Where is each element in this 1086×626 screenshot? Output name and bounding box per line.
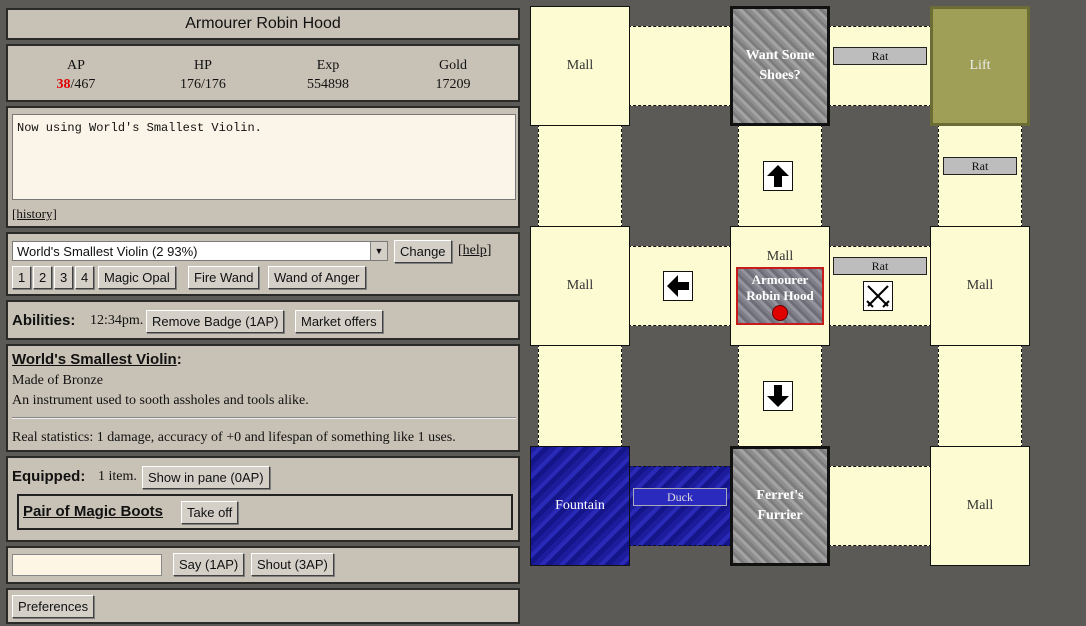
item-material: Made of Bronze [12, 373, 103, 388]
map-tile-shop[interactable]: Ferret's Furrier [730, 446, 830, 566]
help-bracket: [help] [458, 243, 492, 258]
quick-slot-1[interactable]: 1 [12, 266, 32, 289]
character-title: Armourer Robin Hood [185, 15, 341, 32]
equipped-count: 1 item. [98, 469, 137, 484]
magic-opal-button[interactable]: Magic Opal [98, 266, 176, 289]
exp-stat: Exp 554898 [268, 56, 388, 94]
map-tile-fountain[interactable]: Fountain [530, 446, 630, 566]
equipped-panel: Equipped: 1 item. Show in pane (0AP) Pai… [6, 456, 520, 542]
exp-label: Exp [316, 58, 340, 73]
arrow-left-icon[interactable] [663, 271, 693, 301]
abilities-label: Abilities: [12, 312, 76, 329]
player-name: Armourer Robin Hood [746, 272, 814, 303]
tile-label: Mall [966, 278, 994, 293]
item-name: World's Smallest Violin: [12, 351, 182, 368]
water-corridor [628, 466, 732, 546]
preferences-button[interactable]: Preferences [12, 595, 95, 618]
arrow-up-icon[interactable] [763, 161, 793, 191]
item-name-text: World's Smallest Violin [12, 351, 177, 368]
ap-current: 38 [56, 77, 71, 92]
preferences-panel: Preferences [6, 588, 520, 624]
change-button[interactable]: Change [394, 240, 452, 263]
fire-wand-button[interactable]: Fire Wand [188, 266, 260, 289]
corridor [828, 26, 932, 106]
map-tile-shop[interactable]: Want Some Shoes? [730, 6, 830, 126]
hp-value: 176/176 [180, 77, 226, 92]
exp-value: 554898 [307, 77, 349, 92]
gold-stat: Gold 17209 [393, 56, 513, 94]
corridor [828, 466, 932, 546]
map-tile-mall[interactable]: Mall [930, 446, 1030, 566]
tile-label: Ferret's Furrier [756, 488, 804, 523]
tile-label: Mall [966, 498, 994, 513]
ap-label: AP [67, 58, 85, 73]
title-panel: Armourer Robin Hood [6, 8, 520, 40]
ap-stat: AP 38/467 [16, 56, 136, 94]
equipped-item-box: Pair of Magic Boots Take off [17, 494, 513, 530]
gold-label: Gold [439, 58, 467, 73]
weapon-panel: World's Smallest Violin (2 93%) ▼ Change… [6, 232, 520, 296]
tile-label: Want Some Shoes? [745, 48, 815, 83]
corridor [938, 124, 1022, 228]
player-marker [772, 305, 788, 321]
speech-input[interactable] [12, 554, 162, 576]
say-button[interactable]: Say (1AP) [173, 553, 245, 576]
shout-button[interactable]: Shout (3AP) [251, 553, 334, 576]
quick-slot-3[interactable]: 3 [54, 266, 74, 289]
item-info-panel: World's Smallest Violin: Made of Bronze … [6, 344, 520, 452]
abilities-time: 12:34pm. [90, 313, 144, 328]
npc-rat[interactable]: Rat [833, 257, 927, 275]
tile-label: Mall [566, 278, 594, 293]
npc-duck[interactable]: Duck [633, 488, 727, 506]
tile-label: Mall [766, 249, 794, 264]
log-message: Now using World's Smallest Violin. [17, 121, 262, 135]
help-link[interactable]: help [463, 243, 487, 258]
ap-max: /467 [70, 77, 96, 92]
npc-rat[interactable]: Rat [833, 47, 927, 65]
abilities-panel: Abilities: 12:34pm. Remove Badge (1AP) M… [6, 300, 520, 340]
arrow-down-icon[interactable] [763, 381, 793, 411]
map-tile-lift[interactable]: Lift [930, 6, 1030, 126]
chevron-down-icon[interactable]: ▼ [370, 242, 387, 260]
map-tile-mall[interactable]: Mall [930, 226, 1030, 346]
map-tile-mall[interactable]: Mall [530, 6, 630, 126]
divider [12, 417, 516, 419]
weapon-select[interactable]: World's Smallest Violin (2 93%) ▼ [12, 241, 388, 261]
quick-slot-4[interactable]: 4 [75, 266, 95, 289]
tile-label: Lift [969, 58, 991, 73]
item-stats: Real statistics: 1 damage, accuracy of +… [12, 430, 456, 445]
stats-panel: AP 38/467 HP 176/176 Exp 554898 Gold 172… [6, 44, 520, 102]
take-off-button[interactable]: Take off [181, 501, 239, 524]
map-tile-mall[interactable]: Mall [530, 226, 630, 346]
item-description: An instrument used to sooth assholes and… [12, 393, 309, 408]
npc-rat[interactable]: Rat [943, 157, 1017, 175]
corridor [538, 124, 622, 228]
show-in-pane-button[interactable]: Show in pane (0AP) [142, 466, 270, 489]
tile-label: Mall [566, 58, 594, 73]
equipped-label: Equipped: [12, 468, 86, 485]
history-link[interactable]: [history] [12, 206, 57, 222]
hp-label: HP [194, 58, 212, 73]
attack-swords-icon[interactable] [863, 281, 893, 311]
hp-stat: HP 176/176 [143, 56, 263, 94]
remove-badge-button[interactable]: Remove Badge (1AP) [146, 310, 285, 333]
equipped-item-name: Pair of Magic Boots [23, 503, 164, 520]
weapon-select-value: World's Smallest Violin (2 93%) [17, 244, 198, 259]
corridor [628, 26, 732, 106]
market-offers-button[interactable]: Market offers [295, 310, 383, 333]
speech-panel: Say (1AP) Shout (3AP) [6, 546, 520, 584]
message-log[interactable]: Now using World's Smallest Violin. [12, 114, 516, 200]
tile-label: Fountain [555, 498, 605, 513]
corridor [938, 344, 1022, 448]
quick-slot-2[interactable]: 2 [33, 266, 53, 289]
gold-value: 17209 [435, 77, 471, 92]
wand-of-anger-button[interactable]: Wand of Anger [268, 266, 366, 289]
log-panel: Now using World's Smallest Violin. [hist… [6, 106, 520, 228]
corridor [538, 344, 622, 448]
